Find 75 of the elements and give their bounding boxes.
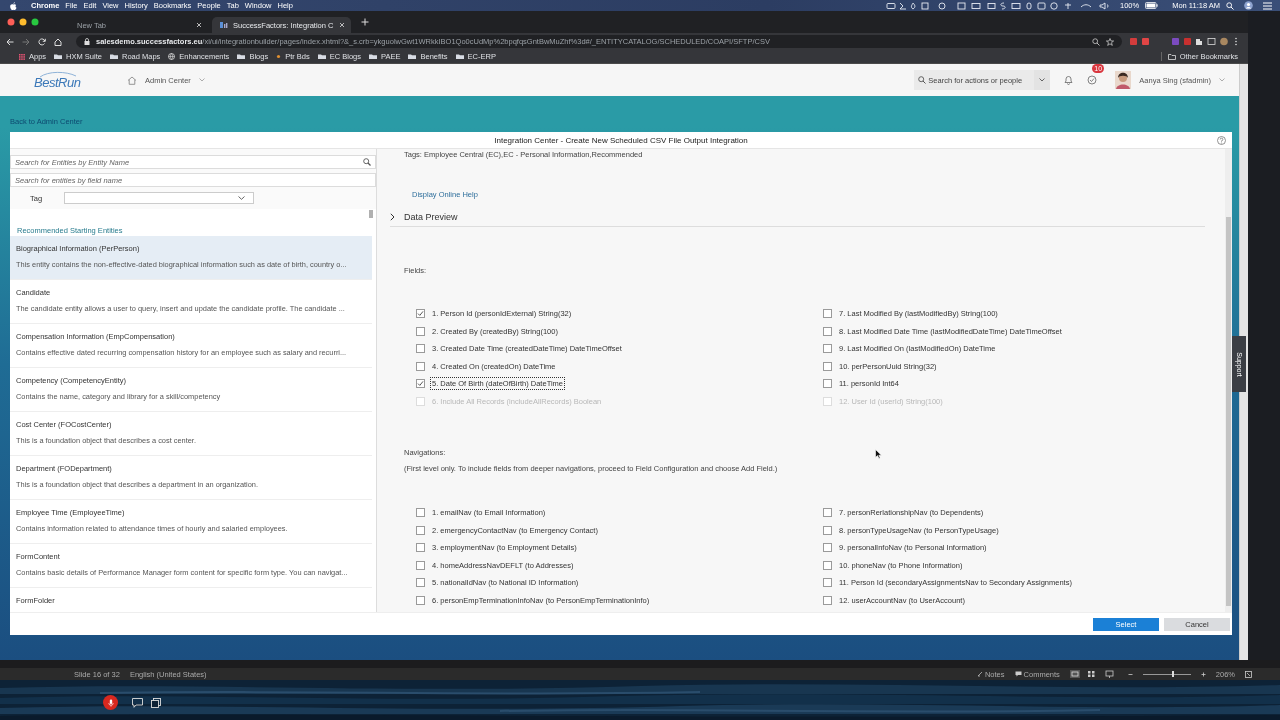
cursor-icon [875,449,882,459]
fit-icon[interactable] [1245,670,1252,678]
check-circle-icon[interactable] [1087,75,1098,85]
chat-icon[interactable] [132,698,143,708]
checkbox[interactable] [416,525,425,535]
microphone-icon [107,698,114,707]
logo[interactable]: BestRun [34,69,94,91]
dot-icon [276,54,282,59]
search-icon [363,158,371,166]
pencil-icon [976,671,983,677]
checkbox[interactable] [823,525,832,535]
globe-icon [168,53,176,60]
checkbox[interactable] [823,560,832,570]
checkbox[interactable] [823,543,832,553]
checkbox[interactable] [823,309,832,319]
grid-icon [19,53,25,60]
checkbox[interactable] [823,326,832,336]
checkbox[interactable] [416,595,425,605]
checkbox[interactable] [416,344,425,354]
folder-icon [54,54,63,59]
checkbox[interactable] [416,309,425,319]
folder-icon [408,54,417,59]
checkbox[interactable] [823,595,832,605]
lock-icon [84,38,90,45]
scrollbar-thumb[interactable] [1226,217,1231,606]
checkbox[interactable] [416,379,425,389]
back-icon[interactable] [6,37,14,46]
slider-thumb[interactable] [1171,671,1174,677]
chevron-down-icon [1039,78,1046,82]
star-icon[interactable] [1106,37,1114,46]
chevron-down-icon[interactable] [198,78,205,82]
checkbox[interactable] [416,543,425,553]
chevron-right-icon [390,213,395,221]
avatar[interactable] [1115,71,1132,89]
close-icon[interactable] [339,22,345,28]
chevron-down-icon[interactable] [1219,78,1225,82]
checkbox[interactable] [823,379,832,389]
search-icon [918,76,927,84]
forward-icon[interactable] [22,37,30,46]
checkbox[interactable] [416,326,425,336]
data-preview-header[interactable]: Data Preview [390,208,1205,227]
folder-icon [369,54,377,59]
list-icon[interactable] [1263,1,1272,10]
reload-icon[interactable] [38,37,46,46]
folder-icon [237,54,246,59]
plus-icon[interactable] [361,18,369,26]
chevron-down-icon [238,196,245,200]
user-icon[interactable] [1244,1,1253,10]
plus-icon[interactable] [1200,671,1206,677]
folder-icon [109,54,118,59]
bell-icon[interactable] [1064,75,1074,85]
minus-icon[interactable] [1127,671,1133,677]
tag-dropdown[interactable] [64,192,254,204]
checkbox[interactable] [823,578,832,588]
checkbox[interactable] [823,508,832,518]
zoom-icon[interactable] [1092,37,1100,46]
folder-icon [455,54,464,59]
scrollbar-thumb[interactable] [369,210,373,218]
apple-icon[interactable] [10,1,17,10]
battery-icon[interactable] [1145,2,1159,9]
checkbox[interactable] [416,361,425,371]
checkbox[interactable] [823,361,832,371]
windows-icon[interactable] [151,698,161,708]
comment-icon [1014,671,1022,677]
help-icon[interactable] [1217,136,1226,145]
checkbox[interactable] [416,578,425,588]
checkbox[interactable] [823,344,832,354]
dialog-title: Integration Center - Create New Scheduled CSV File Output Integration [494,135,748,145]
checkbox[interactable] [416,508,425,518]
folder-icon [1167,53,1176,60]
page-icon [220,21,228,29]
search-icon[interactable] [1226,1,1234,10]
close-icon[interactable] [196,22,202,28]
checkbox[interactable] [416,560,425,570]
folder-icon [317,54,326,59]
